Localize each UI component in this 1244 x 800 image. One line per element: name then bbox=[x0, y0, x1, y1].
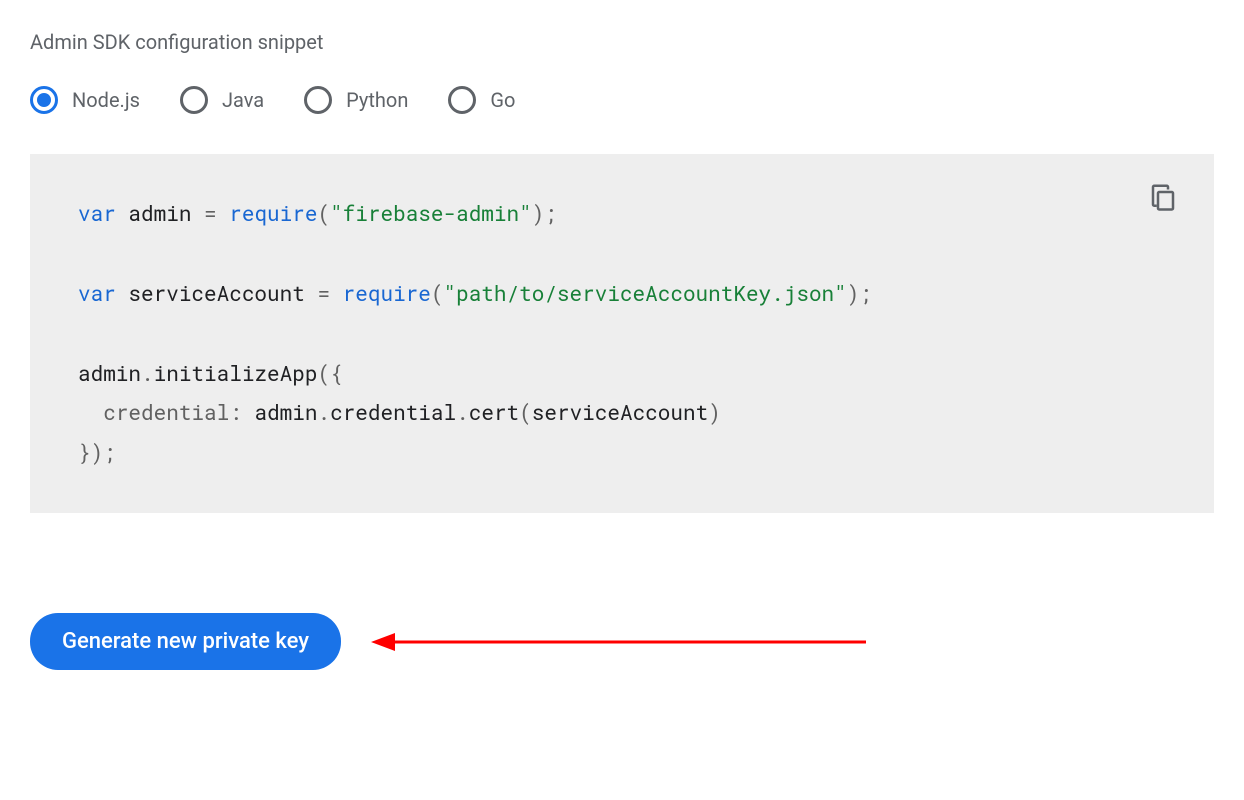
code-token: initializeApp bbox=[154, 359, 318, 387]
code-token: : bbox=[229, 398, 254, 426]
radio-label: Go bbox=[490, 88, 515, 112]
generate-private-key-button[interactable]: Generate new private key bbox=[30, 613, 341, 670]
code-token: serviceAccount bbox=[116, 279, 318, 307]
language-radio-group: Node.js Java Python Go bbox=[30, 86, 1214, 114]
code-token: "path/to/serviceAccountKey.json" bbox=[444, 279, 847, 307]
code-token: ); bbox=[847, 279, 872, 307]
code-token: cert bbox=[469, 398, 519, 426]
radio-circle-icon bbox=[180, 86, 208, 114]
code-token: ) bbox=[708, 398, 721, 426]
code-token: admin bbox=[78, 359, 141, 387]
code-token: credential bbox=[330, 398, 456, 426]
code-token: . bbox=[141, 359, 154, 387]
code-token: ( bbox=[519, 398, 532, 426]
radio-circle-icon bbox=[30, 86, 58, 114]
radio-option-java[interactable]: Java bbox=[180, 86, 264, 114]
code-token: = bbox=[204, 199, 229, 227]
arrow-annotation-icon bbox=[371, 627, 871, 657]
code-token: ( bbox=[431, 279, 444, 307]
radio-label: Python bbox=[346, 88, 408, 112]
radio-circle-icon bbox=[448, 86, 476, 114]
code-token: . bbox=[456, 398, 469, 426]
code-token: }); bbox=[78, 438, 116, 466]
code-token: admin bbox=[254, 398, 317, 426]
copy-icon[interactable] bbox=[1148, 182, 1178, 212]
radio-label: Node.js bbox=[72, 88, 140, 112]
code-token: ); bbox=[532, 199, 557, 227]
radio-label: Java bbox=[222, 88, 264, 112]
code-token: serviceAccount bbox=[532, 398, 708, 426]
radio-circle-icon bbox=[304, 86, 332, 114]
radio-option-nodejs[interactable]: Node.js bbox=[30, 86, 140, 114]
code-token: var bbox=[78, 199, 116, 227]
code-token bbox=[78, 398, 103, 426]
code-token: . bbox=[317, 398, 330, 426]
code-token: ({ bbox=[317, 359, 342, 387]
code-token: = bbox=[317, 279, 342, 307]
code-snippet: var admin = require("firebase-admin"); v… bbox=[30, 154, 1214, 513]
code-content: var admin = require("firebase-admin"); v… bbox=[78, 194, 1166, 473]
code-token: "firebase-admin" bbox=[330, 199, 532, 227]
section-title: Admin SDK configuration snippet bbox=[30, 30, 1214, 54]
code-token: credential bbox=[103, 398, 229, 426]
code-token: require bbox=[229, 199, 317, 227]
code-token: require bbox=[343, 279, 431, 307]
code-token: admin bbox=[116, 199, 204, 227]
radio-option-go[interactable]: Go bbox=[448, 86, 515, 114]
radio-option-python[interactable]: Python bbox=[304, 86, 408, 114]
code-token: ( bbox=[317, 199, 330, 227]
code-token: var bbox=[78, 279, 116, 307]
action-row: Generate new private key bbox=[30, 613, 1214, 670]
